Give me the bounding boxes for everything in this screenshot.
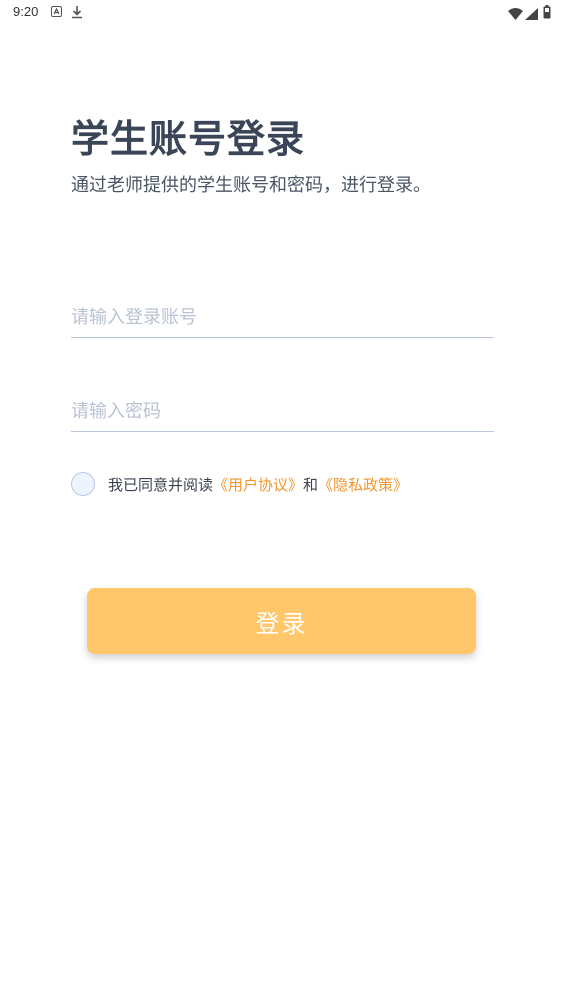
login-button[interactable]: 登录 <box>87 588 476 654</box>
password-field <box>71 392 494 432</box>
account-field <box>71 298 494 338</box>
signal-icon <box>525 5 538 24</box>
page-title: 学生账号登录 <box>71 117 306 161</box>
account-input[interactable] <box>71 298 494 337</box>
status-time: 9:20 <box>13 4 39 19</box>
agreement-row: 我已同意并阅读 《用户协议》 和 《隐私政策》 <box>71 470 408 498</box>
status-bar: 9:20 <box>0 0 565 24</box>
privacy-policy-link[interactable]: 《隐私政策》 <box>318 474 408 495</box>
battery-icon <box>543 4 551 23</box>
login-screen: 9:20 学生账号登录 通过老师提供的学生账号和密码，进行登录。 我已同意并阅读… <box>0 0 565 1004</box>
agreement-checkbox[interactable] <box>71 472 95 496</box>
agreement-prefix: 我已同意并阅读 <box>108 475 214 494</box>
download-icon <box>71 4 83 23</box>
password-input[interactable] <box>71 392 494 431</box>
page-subtitle: 通过老师提供的学生账号和密码，进行登录。 <box>71 175 431 196</box>
wifi-icon <box>508 5 523 24</box>
agreement-conjunction: 和 <box>303 475 319 494</box>
user-agreement-link[interactable]: 《用户协议》 <box>213 474 303 495</box>
notification-a-icon <box>51 6 62 17</box>
